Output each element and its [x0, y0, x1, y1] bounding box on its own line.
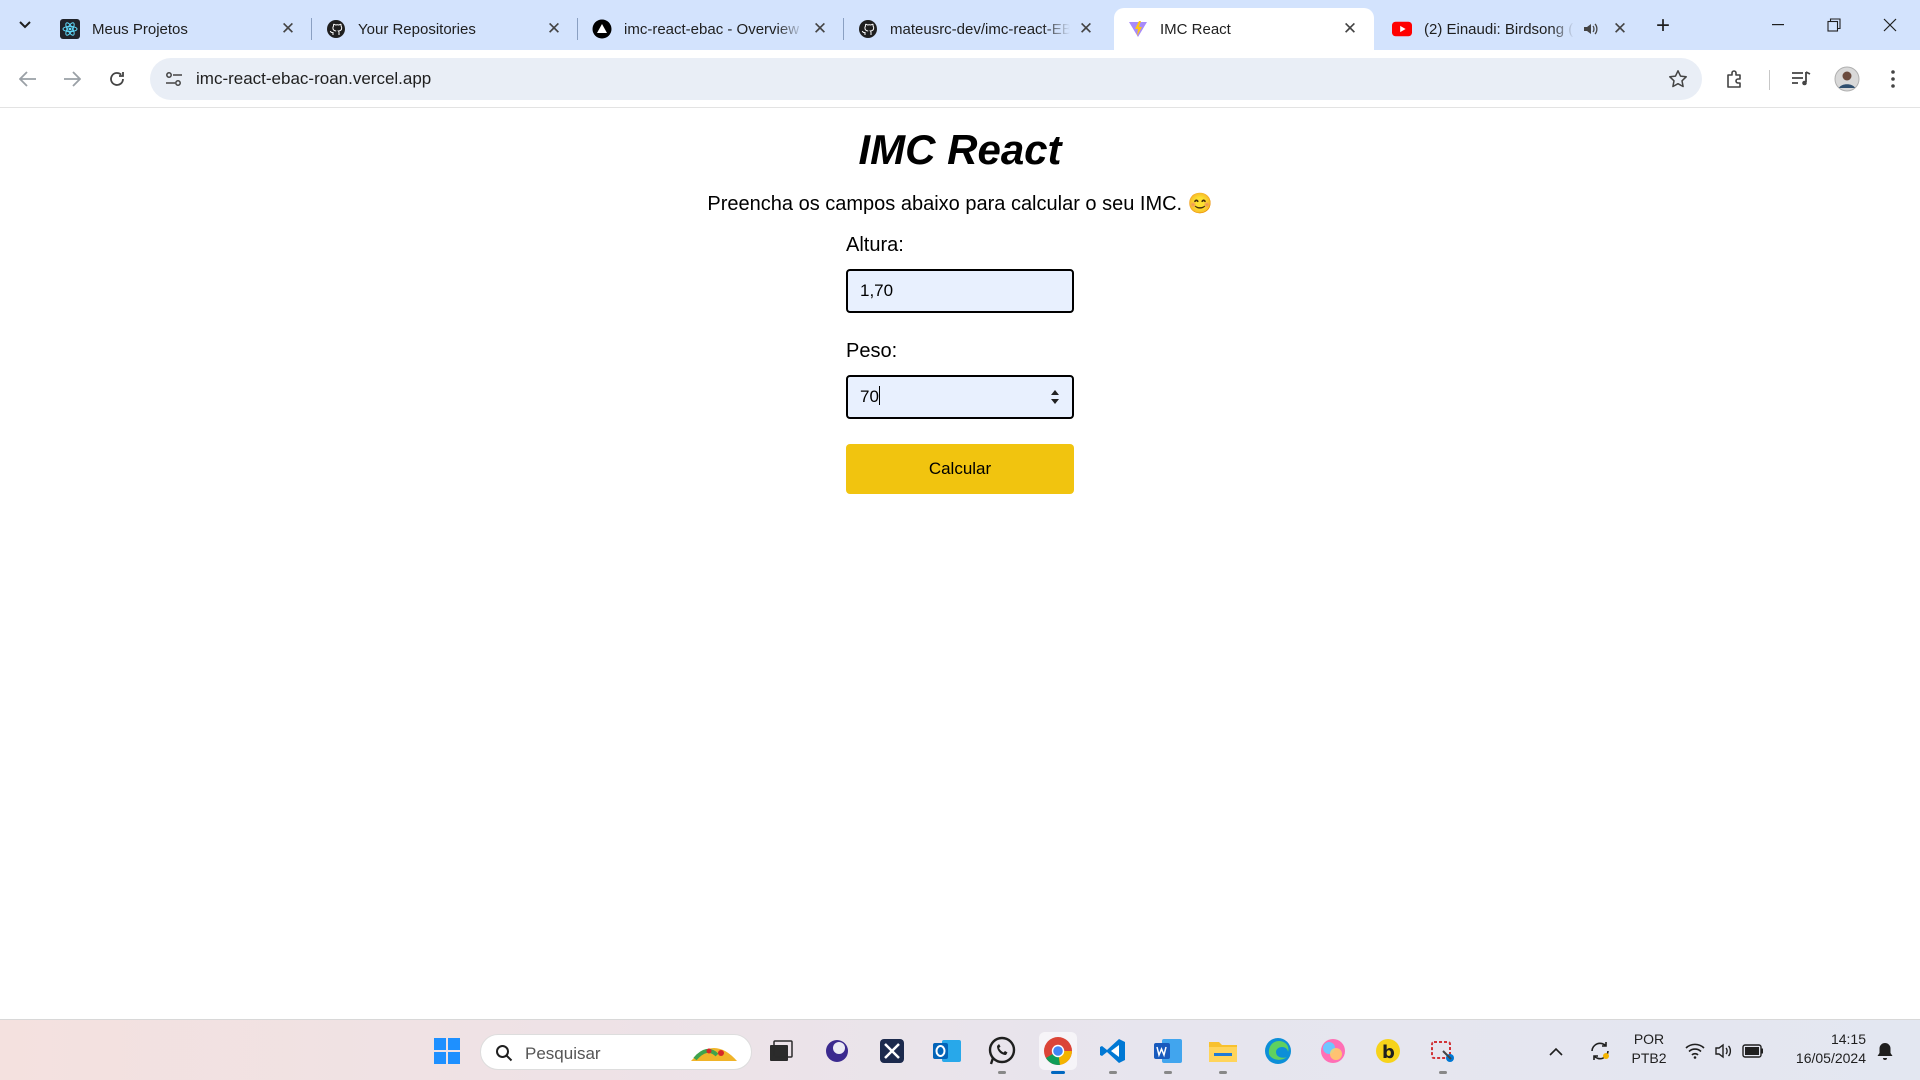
reload-icon[interactable]: [100, 62, 134, 96]
site-info-icon[interactable]: [160, 65, 188, 93]
close-icon[interactable]: ✕: [810, 19, 830, 39]
sync-icon[interactable]: [1584, 1032, 1616, 1070]
whatsapp-icon[interactable]: [983, 1032, 1021, 1074]
address-url[interactable]: imc-react-ebac-roan.vercel.app: [196, 69, 431, 89]
youtube-icon: [1392, 19, 1412, 39]
more-menu-icon[interactable]: [1876, 62, 1910, 96]
tab-imc-react[interactable]: IMC React ✕: [1114, 8, 1374, 50]
clock[interactable]: 14:15 16/05/2024: [1780, 1031, 1876, 1066]
language-line2: PTB2: [1631, 1050, 1667, 1066]
github-icon: [858, 19, 878, 39]
close-icon[interactable]: ✕: [1340, 19, 1360, 39]
close-icon[interactable]: ✕: [1076, 19, 1096, 39]
altura-input[interactable]: 1,70: [846, 269, 1074, 313]
file-explorer-icon[interactable]: [1204, 1032, 1242, 1074]
tab-your-repositories[interactable]: Your Repositories ✕: [312, 8, 578, 50]
tab-title: mateusrc-dev/imc-react-EBAC: [890, 20, 1070, 38]
bookmark-star-icon[interactable]: [1664, 65, 1692, 93]
forward-arrow-icon[interactable]: [55, 62, 89, 96]
imc-form: Altura: 1,70 Peso: 70 Calcular: [846, 234, 1074, 494]
windows-taskbar: Pesquisar b POR PTB2 14:15 16/05/2024: [0, 1019, 1920, 1080]
tab-title: (2) Einaudi: Birdsong (Live): [1424, 20, 1574, 38]
vercel-icon: [592, 19, 612, 39]
word-icon[interactable]: [1149, 1032, 1187, 1074]
tab-title: IMC React: [1160, 20, 1231, 38]
language-line1: POR: [1633, 1031, 1665, 1047]
tab-strip: Meus Projetos ✕ Your Repositories ✕ imc-…: [0, 0, 1920, 50]
clock-time: 14:15: [1830, 1031, 1866, 1047]
new-tab-plus-icon[interactable]: +: [1648, 11, 1678, 41]
altura-label: Altura:: [846, 234, 904, 256]
page-subtitle: Preencha os campos abaixo para calcular …: [707, 193, 1213, 215]
app-circle-icon[interactable]: [818, 1032, 856, 1070]
browser-toolbar: imc-react-ebac-roan.vercel.app: [0, 50, 1920, 108]
calcular-button[interactable]: Calcular: [846, 444, 1074, 494]
tab-meus-projetos[interactable]: Meus Projetos ✕: [46, 8, 312, 50]
svg-text:b: b: [1382, 1042, 1395, 1063]
colorful-app-icon[interactable]: [1314, 1032, 1352, 1070]
notification-bell-icon[interactable]: [1870, 1032, 1900, 1070]
windows-start-icon[interactable]: [428, 1032, 466, 1070]
tab-github-repo[interactable]: mateusrc-dev/imc-react-EBAC ✕: [844, 8, 1110, 50]
vite-icon: [1128, 19, 1148, 39]
capcut-icon[interactable]: [873, 1032, 911, 1070]
media-control-icon[interactable]: [1784, 62, 1818, 96]
address-bar[interactable]: imc-react-ebac-roan.vercel.app: [150, 58, 1702, 100]
page-title: IMC React: [858, 126, 1062, 173]
extensions-puzzle-icon[interactable]: [1718, 62, 1752, 96]
tab-search-chevron-icon[interactable]: [10, 10, 40, 40]
close-icon[interactable]: ✕: [544, 19, 564, 39]
search-placeholder: Pesquisar: [525, 1044, 601, 1063]
language-indicator[interactable]: POR PTB2: [1624, 1031, 1674, 1066]
tab-youtube-birdsong[interactable]: (2) Einaudi: Birdsong (Live) ✕: [1378, 8, 1644, 50]
chrome-icon[interactable]: [1039, 1032, 1077, 1074]
restore-icon[interactable]: [1806, 0, 1862, 50]
page-content: IMC React Preencha os campos abaixo para…: [0, 109, 1920, 1019]
tab-title: Meus Projetos: [92, 20, 188, 38]
search-icon: [496, 1045, 513, 1062]
back-arrow-icon[interactable]: [11, 62, 45, 96]
peso-label: Peso:: [846, 340, 898, 362]
github-icon: [326, 19, 346, 39]
tab-vercel-overview[interactable]: imc-react-ebac - Overview ✕: [578, 8, 844, 50]
snipping-tool-icon[interactable]: [1424, 1032, 1462, 1074]
tab-title: imc-react-ebac - Overview: [624, 20, 800, 38]
outlook-icon[interactable]: [928, 1032, 966, 1070]
tab-title: Your Repositories: [358, 20, 476, 38]
react-icon: [60, 19, 80, 39]
number-spinner-icon[interactable]: [1050, 388, 1060, 406]
close-icon[interactable]: ✕: [1610, 19, 1630, 39]
vscode-icon[interactable]: [1094, 1032, 1132, 1074]
bitdefender-b-icon[interactable]: b: [1369, 1032, 1407, 1070]
volume-icon[interactable]: [1709, 1032, 1739, 1070]
battery-icon[interactable]: [1738, 1032, 1768, 1070]
minimize-icon[interactable]: [1750, 0, 1806, 50]
task-view-icon[interactable]: [762, 1032, 800, 1070]
wifi-icon[interactable]: [1680, 1032, 1710, 1070]
edge-icon[interactable]: [1259, 1032, 1297, 1070]
profile-avatar[interactable]: [1830, 62, 1864, 96]
clock-date: 16/05/2024: [1795, 1050, 1866, 1066]
text-caret: [878, 386, 880, 405]
taskbar-search[interactable]: Pesquisar: [480, 1034, 752, 1070]
chevron-up-icon[interactable]: [1542, 1032, 1570, 1070]
search-highlight-taco-icon: [691, 1048, 737, 1061]
altura-value: 1,70: [860, 281, 894, 300]
speaker-icon[interactable]: [1580, 19, 1600, 39]
window-close-icon[interactable]: [1862, 0, 1918, 50]
close-icon[interactable]: ✕: [278, 19, 298, 39]
peso-input[interactable]: 70: [846, 375, 1074, 419]
peso-value: 70: [860, 387, 879, 406]
